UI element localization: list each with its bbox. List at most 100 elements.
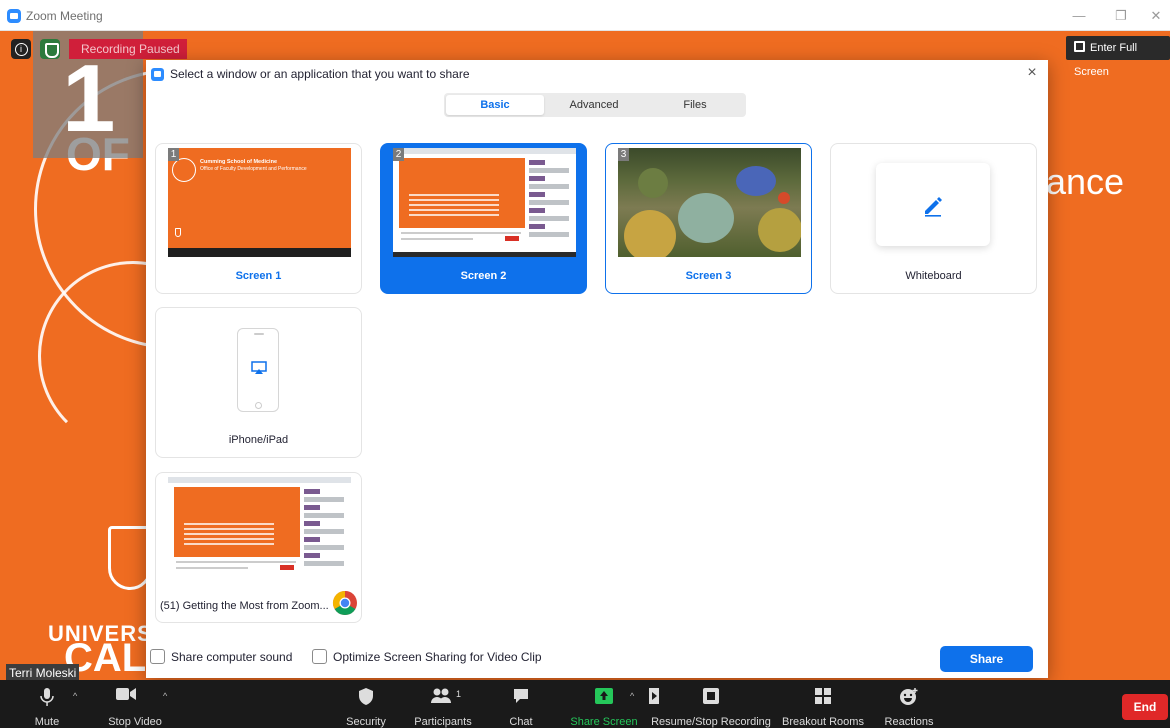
thumb-taskbar [393, 252, 576, 257]
reactions-button[interactable]: Reactions [878, 680, 940, 728]
thumb-logo-icon [172, 158, 196, 182]
share-options-caret-icon[interactable]: ^ [630, 691, 634, 701]
thumb-lines [401, 232, 521, 244]
share-option-chrome-window[interactable]: (51) Getting the Most from Zoom... [155, 472, 362, 623]
share-option-iphone-ipad[interactable]: iPhone/iPad [155, 307, 362, 458]
thumb-taskbar [168, 248, 351, 257]
share-screen-icon [595, 688, 613, 704]
end-meeting-button[interactable]: End [1122, 694, 1168, 720]
stop-video-label: Stop Video [108, 716, 162, 728]
slide-text-right: ance [1046, 161, 1125, 202]
thumb-red-flower [778, 192, 790, 204]
chat-button[interactable]: Chat [498, 680, 544, 728]
security-label: Security [346, 716, 386, 728]
thumb-lines [176, 561, 296, 573]
fullscreen-icon [1074, 41, 1085, 52]
screen-3-label: Screen 3 [685, 270, 732, 282]
share-option-screen-1[interactable]: 1 Cumming School of Medicine Office of F… [155, 143, 362, 294]
info-icon: i [14, 43, 28, 56]
share-screen-dialog: Select a window or an application that y… [146, 60, 1048, 678]
share-sound-checkbox[interactable] [150, 649, 165, 664]
screen-2-label: Screen 2 [460, 270, 507, 282]
optimize-video-checkbox[interactable] [312, 649, 327, 664]
thumb-video [399, 158, 525, 228]
iphone-preview [237, 328, 279, 412]
video-camera-icon [116, 688, 137, 700]
window-title: Zoom Meeting [26, 9, 103, 23]
chrome-icon [332, 591, 357, 616]
pencil-icon [925, 197, 942, 217]
chat-label: Chat [509, 716, 533, 728]
breakout-rooms-label: Breakout Rooms [782, 716, 864, 728]
dialog-close-icon[interactable]: × [1022, 64, 1042, 84]
encryption-shield-icon[interactable] [40, 39, 60, 59]
thumb-browser-bar [393, 148, 576, 154]
participants-button[interactable]: 1 Participants [404, 680, 482, 728]
whiteboard-label: Whiteboard [905, 270, 962, 282]
stop-video-button[interactable]: Stop Video [98, 680, 172, 728]
security-button[interactable]: Security [336, 680, 396, 728]
breakout-rooms-icon [815, 688, 831, 704]
mute-button[interactable]: Mute [22, 680, 72, 728]
share-tabs: Basic Advanced Files [444, 93, 746, 117]
whiteboard-preview [876, 163, 990, 246]
share-option-screen-3[interactable]: 3 Screen 3 [605, 143, 812, 294]
thumb-sidebar [304, 489, 344, 569]
resume-stop-recording-button[interactable]: Resume/Stop Recording [650, 680, 772, 728]
meeting-toolbar: Mute ^ Stop Video ^ Security 1 Participa… [0, 680, 1170, 728]
reactions-label: Reactions [884, 716, 934, 728]
screen-1-label: Screen 1 [235, 270, 282, 282]
iphone-label: iPhone/iPad [228, 434, 289, 446]
reactions-icon [900, 688, 918, 705]
tab-files[interactable]: Files [646, 95, 744, 115]
breakout-rooms-button[interactable]: Breakout Rooms [778, 680, 868, 728]
recording-status-badge: Recording Paused [69, 39, 187, 59]
microphone-icon [40, 688, 54, 706]
share-button[interactable]: Share [940, 646, 1033, 672]
thumb-cactus [624, 210, 676, 257]
audio-options-caret-icon[interactable]: ^ [73, 691, 77, 701]
screen-number-badge: 2 [393, 148, 404, 161]
minimize-icon[interactable]: — [1067, 6, 1091, 26]
share-option-screen-2[interactable]: 2 Screen 2 [380, 143, 587, 294]
enter-full-screen-button[interactable]: Enter Full Screen [1066, 36, 1170, 78]
tab-basic[interactable]: Basic [446, 95, 544, 115]
meeting-info-button[interactable]: i [11, 39, 31, 59]
participants-icon [431, 688, 451, 703]
resume-stop-recording-label: Resume/Stop Recording [651, 716, 771, 728]
tab-advanced[interactable]: Advanced [545, 95, 643, 115]
thumb-video-text [184, 523, 274, 548]
share-screen-button[interactable]: Share Screen [568, 680, 640, 728]
thumb-title: Cumming School of Medicine [200, 159, 278, 165]
thumb-browser-bar [168, 477, 351, 483]
phone-camera [254, 333, 264, 335]
shield-icon [359, 688, 373, 705]
phone-home-button [255, 402, 262, 409]
thumb-subtitle: Office of Faculty Development and Perfor… [200, 166, 307, 172]
restore-icon[interactable]: ❐ [1109, 6, 1133, 26]
optimize-video-label[interactable]: Optimize Screen Sharing for Video Clip [333, 650, 542, 664]
share-screen-label: Share Screen [570, 716, 638, 728]
screen-number-badge: 1 [168, 148, 179, 161]
recording-icon [703, 688, 719, 704]
thumb-video-text [409, 194, 499, 219]
window-titlebar: Zoom Meeting — ❐ ✕ [0, 0, 1170, 31]
zoom-logo-icon [7, 9, 21, 23]
screen-3-thumbnail: 3 [618, 148, 801, 257]
participants-count: 1 [456, 689, 462, 699]
thumb-crest-icon [175, 228, 181, 237]
thumb-agave [638, 168, 668, 198]
thumb-sidebar [529, 160, 569, 240]
slide-number: 1 [62, 45, 116, 152]
thumb-cactus [758, 208, 801, 252]
video-options-caret-icon[interactable]: ^ [163, 691, 167, 701]
screen-number-badge: 3 [618, 148, 629, 161]
close-window-icon[interactable]: ✕ [1144, 6, 1168, 26]
screen-2-thumbnail: 2 [393, 148, 576, 257]
share-sound-label[interactable]: Share computer sound [171, 650, 292, 664]
chrome-window-label: (51) Getting the Most from Zoom... [160, 600, 329, 612]
thumb-flowers [736, 166, 776, 196]
chat-icon [514, 689, 528, 703]
share-option-whiteboard[interactable]: Whiteboard [830, 143, 1037, 294]
zoom-logo-icon [151, 68, 164, 81]
